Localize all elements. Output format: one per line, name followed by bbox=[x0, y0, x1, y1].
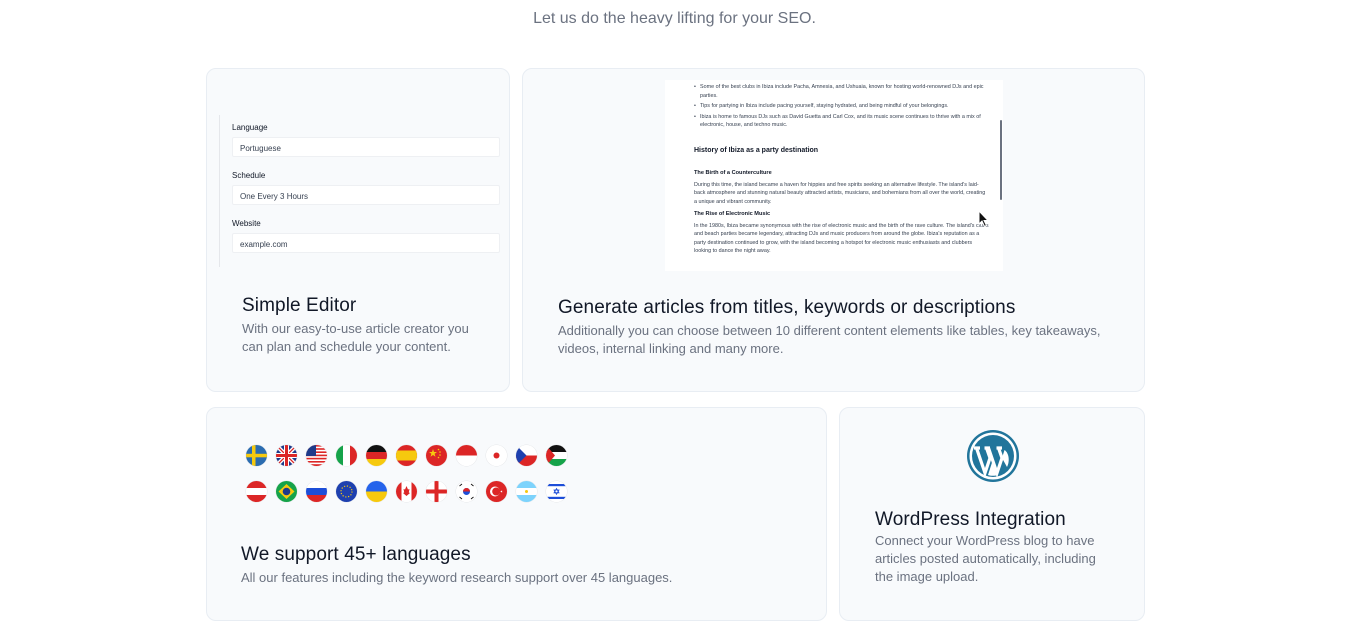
united-kingdom-flag-icon bbox=[276, 445, 297, 466]
japan-flag-icon bbox=[486, 445, 507, 466]
italy-flag-icon bbox=[336, 445, 357, 466]
palestine-flag-icon bbox=[546, 445, 567, 466]
article-preview: Some of the best clubs in Ibiza include … bbox=[665, 80, 1003, 271]
china-flag-icon bbox=[426, 445, 447, 466]
preview-paragraph: In the 1980s, Ibiza became synonymous wi… bbox=[694, 222, 989, 255]
editor-preview: Language Portuguese Schedule One Every 3… bbox=[219, 115, 500, 267]
wordpress-description: Connect your WordPress blog to have arti… bbox=[875, 533, 1096, 584]
european-union-flag-icon bbox=[336, 481, 357, 502]
preview-heading: History of Ibiza as a party destination bbox=[694, 146, 819, 154]
wordpress-card: WordPress Integration Connect your WordP… bbox=[839, 407, 1145, 621]
israel-flag-icon bbox=[546, 481, 567, 502]
simple-editor-card: Language Portuguese Schedule One Every 3… bbox=[206, 68, 510, 392]
features-section: Let us do the heavy lifting for your SEO… bbox=[0, 0, 1366, 625]
simple-editor-description: With our easy-to-use article creator you… bbox=[242, 321, 469, 354]
preview-subheading: The Birth of a Counterculture bbox=[694, 170, 772, 176]
canada-flag-icon bbox=[396, 481, 417, 502]
preview-bullet-list: Some of the best clubs in Ibiza include … bbox=[694, 83, 989, 130]
section-tagline: Let us do the heavy lifting for your SEO… bbox=[533, 10, 816, 27]
spain-flag-icon bbox=[396, 445, 417, 466]
ukraine-flag-icon bbox=[366, 481, 387, 502]
austria-flag-icon bbox=[246, 481, 267, 502]
website-label: Website bbox=[232, 219, 261, 228]
list-item: Ibiza is home to famous DJs such as Davi… bbox=[694, 113, 989, 130]
generate-title: Generate articles from titles, keywords … bbox=[558, 297, 1016, 318]
languages-card: We support 45+ languages All our feature… bbox=[206, 407, 827, 621]
generate-articles-card: Some of the best clubs in Ibiza include … bbox=[522, 68, 1145, 392]
argentina-flag-icon bbox=[516, 481, 537, 502]
brazil-flag-icon bbox=[276, 481, 297, 502]
languages-description: All our features including the keyword r… bbox=[241, 570, 673, 585]
indonesia-flag-icon bbox=[456, 445, 477, 466]
turkey-flag-icon bbox=[486, 481, 507, 502]
list-item: Some of the best clubs in Ibiza include … bbox=[694, 83, 989, 100]
schedule-label: Schedule bbox=[232, 171, 266, 180]
mouse-cursor-icon bbox=[978, 210, 990, 228]
website-field[interactable]: example.com bbox=[232, 233, 500, 253]
simple-editor-title: Simple Editor bbox=[242, 295, 357, 316]
language-label: Language bbox=[232, 123, 268, 132]
preview-subheading: The Rise of Electronic Music bbox=[694, 211, 771, 217]
schedule-field[interactable]: One Every 3 Hours bbox=[232, 185, 500, 205]
germany-flag-icon bbox=[366, 445, 387, 466]
sweden-flag-icon bbox=[246, 445, 267, 466]
list-item: Tips for partying in Ibiza include pacin… bbox=[694, 102, 989, 111]
wordpress-title: WordPress Integration bbox=[875, 509, 1066, 530]
preview-paragraph: During this time, the island became a ha… bbox=[694, 181, 986, 205]
england-flag-icon bbox=[426, 481, 447, 502]
united-states-flag-icon bbox=[306, 445, 327, 466]
wordpress-logo-icon bbox=[967, 430, 1019, 482]
russia-flag-icon bbox=[306, 481, 327, 502]
preview-scrollbar[interactable] bbox=[1000, 120, 1002, 200]
south-korea-flag-icon bbox=[456, 481, 477, 502]
generate-description: Additionally you can choose between 10 d… bbox=[558, 323, 1101, 356]
czech-republic-flag-icon bbox=[516, 445, 537, 466]
languages-title: We support 45+ languages bbox=[241, 544, 471, 565]
language-field[interactable]: Portuguese bbox=[232, 137, 500, 157]
language-flags bbox=[246, 445, 586, 502]
